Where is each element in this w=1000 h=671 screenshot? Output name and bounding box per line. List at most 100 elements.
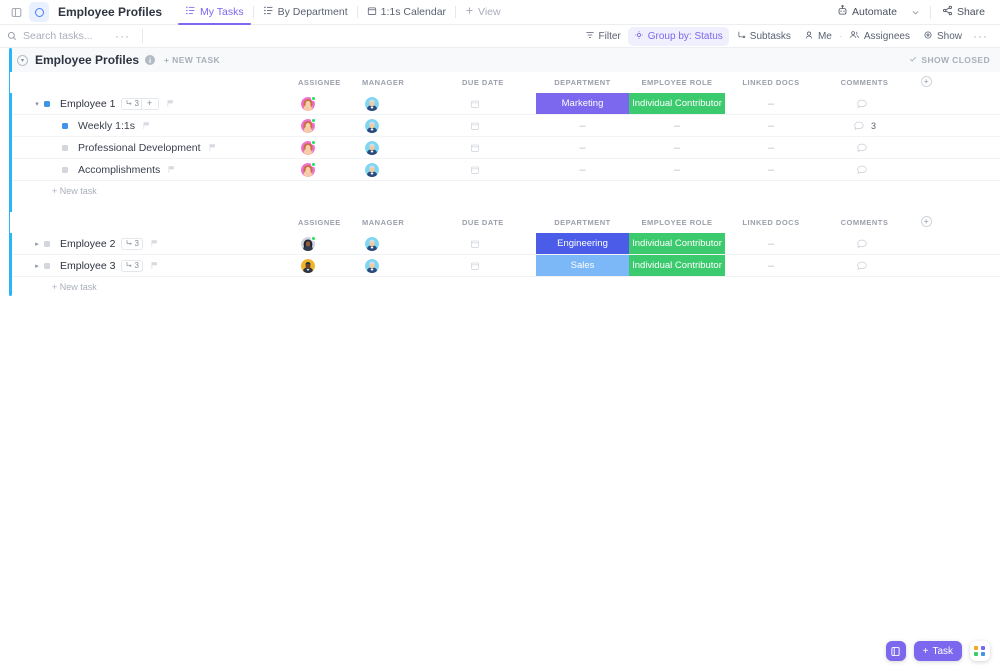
chevron-down-icon[interactable]	[906, 2, 926, 22]
add-view-button[interactable]: View	[456, 0, 510, 25]
circle-logo-icon[interactable]	[29, 2, 49, 22]
assignee-cell[interactable]	[293, 141, 360, 155]
view-overflow-button[interactable]: ···	[969, 30, 992, 42]
add-column-icon[interactable]: +	[921, 216, 932, 227]
col-manager[interactable]: MANAGER	[360, 218, 453, 227]
avatar[interactable]	[301, 97, 315, 111]
due-date-cell[interactable]	[453, 239, 536, 249]
subtasks-button[interactable]: Subtasks	[730, 27, 797, 46]
col-linked-docs[interactable]: LINKED DOCS	[725, 218, 817, 227]
flag-icon[interactable]	[167, 165, 176, 174]
comments-cell[interactable]: 3	[817, 120, 912, 132]
due-date-cell[interactable]	[453, 121, 536, 131]
avatar[interactable]	[301, 163, 315, 177]
manager-cell[interactable]	[360, 141, 453, 155]
table-row[interactable]: ▸ Employee 3 3	[10, 255, 1000, 277]
search-input[interactable]	[23, 30, 107, 42]
avatar[interactable]	[365, 259, 379, 273]
due-date-cell[interactable]	[453, 143, 536, 153]
task-name-cell[interactable]: ▸ Employee 3 3	[10, 260, 293, 272]
due-date-cell[interactable]	[453, 165, 536, 175]
subtask-count-chip[interactable]: 3 +	[121, 98, 159, 110]
new-task-row[interactable]: + New task	[10, 277, 1000, 296]
avatar[interactable]	[365, 141, 379, 155]
manager-cell[interactable]	[360, 163, 453, 177]
create-task-button[interactable]: + Task	[914, 641, 962, 661]
assignee-cell[interactable]	[293, 237, 360, 251]
comments-cell[interactable]	[817, 142, 912, 154]
add-column-icon[interactable]: +	[921, 76, 932, 87]
subtask-count-chip[interactable]: 3	[121, 260, 142, 272]
share-button[interactable]: Share	[935, 2, 992, 22]
automate-button[interactable]: Automate	[830, 2, 904, 22]
col-due-date[interactable]: DUE DATE	[453, 218, 536, 227]
apps-grid-icon[interactable]	[970, 641, 990, 661]
status-square-icon[interactable]	[44, 263, 50, 269]
linked-docs-cell[interactable]: –	[725, 260, 817, 272]
flag-icon[interactable]	[208, 143, 217, 152]
employee-role-cell[interactable]: Individual Contributor	[629, 233, 725, 254]
assignee-cell[interactable]	[293, 119, 360, 133]
status-square-icon[interactable]	[44, 241, 50, 247]
tab-by-department[interactable]: By Department	[254, 0, 357, 25]
task-name-cell[interactable]: ▾ Employee 1 3 +	[10, 98, 293, 110]
col-assignee[interactable]: ASSIGNEE	[293, 218, 360, 227]
linked-docs-cell[interactable]: –	[725, 142, 817, 154]
collapse-list-icon[interactable]: ▾	[17, 55, 28, 66]
avatar[interactable]	[365, 119, 379, 133]
department-cell[interactable]: –	[536, 137, 629, 158]
group-by-button[interactable]: Group by: Status	[628, 27, 729, 46]
flag-icon[interactable]	[150, 239, 159, 248]
due-date-cell[interactable]	[453, 261, 536, 271]
assignee-cell[interactable]	[293, 163, 360, 177]
employee-role-cell[interactable]: –	[629, 159, 725, 180]
task-name-cell[interactable]: ▸ Employee 2 3	[10, 238, 293, 250]
employee-role-cell[interactable]: –	[629, 115, 725, 136]
expand-icon[interactable]: ▾	[32, 100, 42, 108]
avatar[interactable]	[301, 141, 315, 155]
assignees-button[interactable]: Assignees	[843, 26, 916, 46]
due-date-cell[interactable]	[453, 99, 536, 109]
me-filter-button[interactable]: Me	[798, 27, 838, 46]
tab-my-tasks[interactable]: My Tasks	[176, 0, 253, 25]
col-due-date[interactable]: DUE DATE	[453, 78, 536, 87]
col-department[interactable]: DEPARTMENT	[536, 78, 629, 87]
assignee-cell[interactable]	[293, 97, 360, 111]
manager-cell[interactable]	[360, 259, 453, 273]
col-employee-role[interactable]: EMPLOYEE ROLE	[629, 218, 725, 227]
department-cell[interactable]: –	[536, 115, 629, 136]
new-task-button[interactable]: + NEW TASK	[164, 55, 220, 65]
employee-role-cell[interactable]: Individual Contributor	[629, 93, 725, 114]
expand-icon[interactable]: ▸	[32, 262, 42, 270]
flag-icon[interactable]	[142, 121, 151, 130]
department-cell[interactable]: Marketing	[536, 93, 629, 114]
comments-cell[interactable]	[817, 98, 912, 110]
avatar[interactable]	[365, 163, 379, 177]
department-cell[interactable]: –	[536, 159, 629, 180]
col-assignee[interactable]: ASSIGNEE	[293, 78, 360, 87]
new-task-row[interactable]: + New task	[10, 181, 1000, 200]
col-comments[interactable]: COMMENTS	[817, 78, 912, 87]
table-row[interactable]: ▾ Employee 1 3 +	[10, 93, 1000, 115]
comments-cell[interactable]	[817, 260, 912, 272]
tab-1-1s-calendar[interactable]: 1:1s Calendar	[358, 0, 455, 25]
show-closed-button[interactable]: SHOW CLOSED	[909, 55, 990, 65]
search-more-button[interactable]: ···	[107, 30, 138, 42]
linked-docs-cell[interactable]: –	[725, 120, 817, 132]
status-square-icon[interactable]	[62, 123, 68, 129]
task-name-cell[interactable]: Accomplishments	[10, 164, 293, 176]
col-comments[interactable]: COMMENTS	[817, 218, 912, 227]
department-cell[interactable]: Sales	[536, 255, 629, 276]
department-cell[interactable]: Engineering	[536, 233, 629, 254]
employee-role-cell[interactable]: –	[629, 137, 725, 158]
avatar[interactable]	[365, 237, 379, 251]
table-row[interactable]: Weekly 1:1s	[10, 115, 1000, 137]
table-row[interactable]: Professional Development	[10, 137, 1000, 159]
task-name-cell[interactable]: Weekly 1:1s	[10, 120, 293, 132]
flag-icon[interactable]	[150, 261, 159, 270]
comments-cell[interactable]	[817, 238, 912, 250]
flag-icon[interactable]	[166, 99, 175, 108]
filter-button[interactable]: Filter	[579, 27, 627, 46]
manager-cell[interactable]	[360, 97, 453, 111]
col-employee-role[interactable]: EMPLOYEE ROLE	[629, 78, 725, 87]
